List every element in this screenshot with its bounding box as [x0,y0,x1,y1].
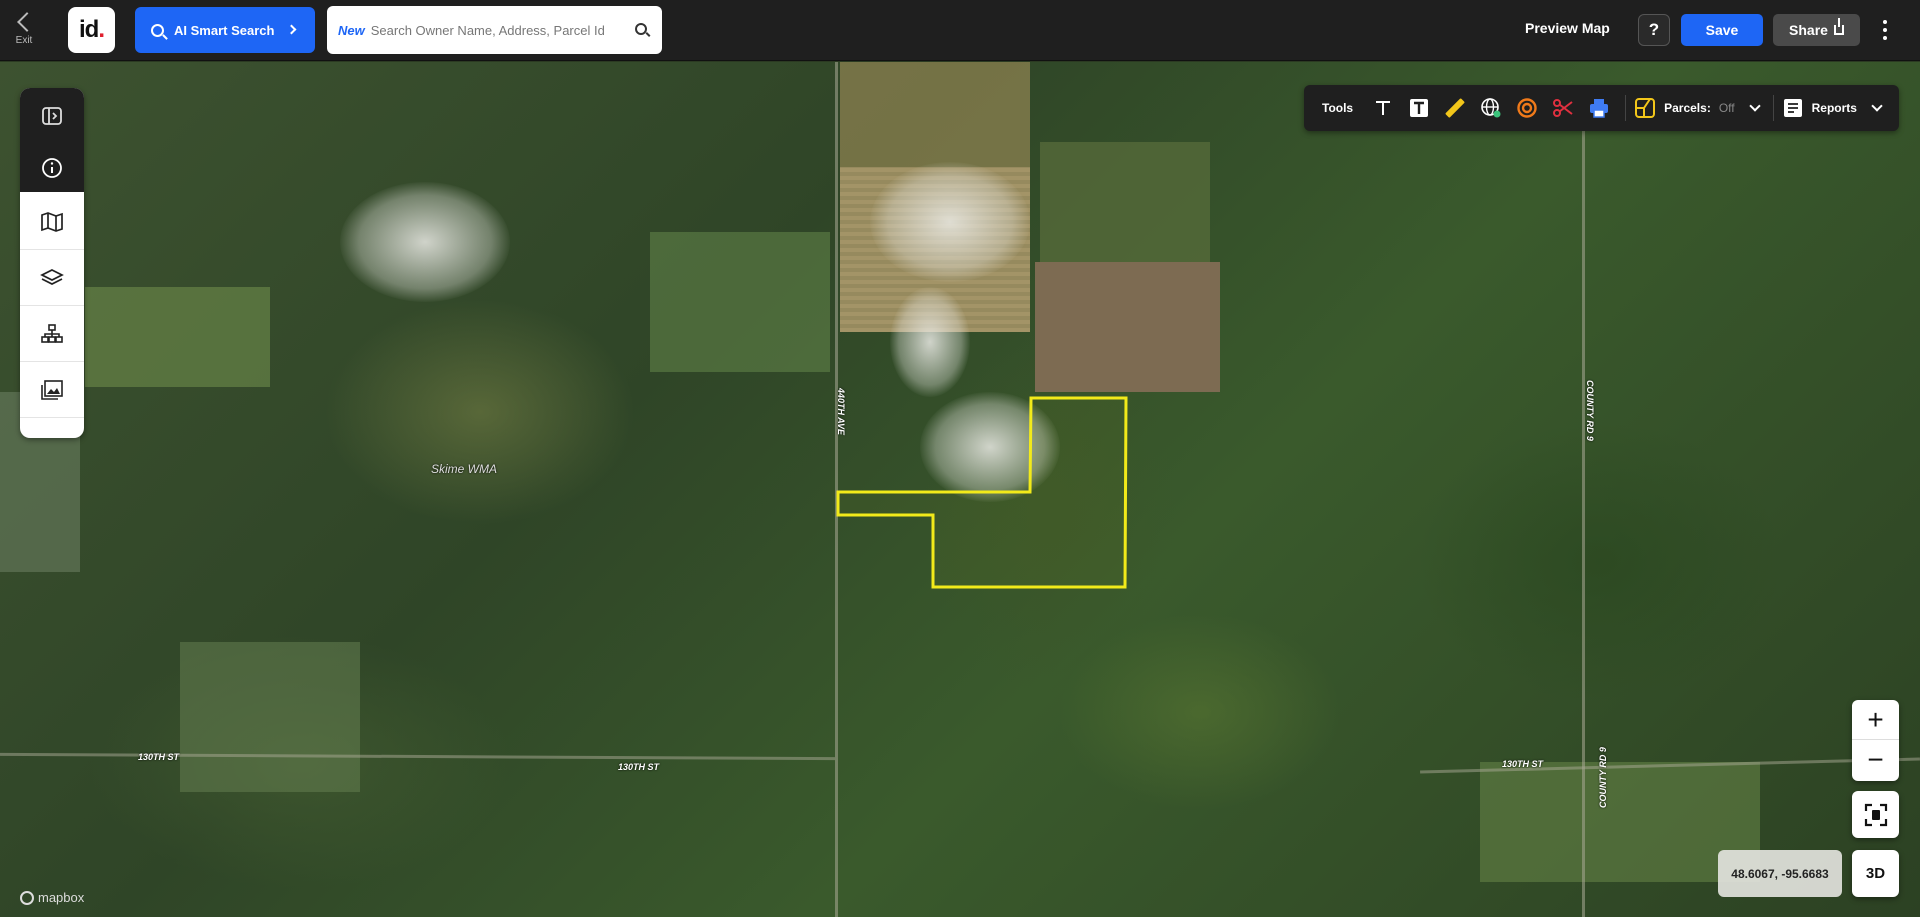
print-icon [1590,99,1609,118]
info-icon [42,158,62,178]
chevron-down-icon [1871,100,1883,112]
text-icon [1376,101,1391,115]
road-label-county-rd-9: COUNTY RD 9 [1585,380,1595,441]
chevron-right-icon [286,24,297,35]
3d-toggle-button[interactable]: 3D [1852,850,1899,897]
globe-icon [1481,98,1501,118]
app-logo[interactable]: id. [68,7,115,53]
more-options-icon[interactable] [1876,18,1894,42]
info-button[interactable] [20,140,84,196]
radius-tool-button[interactable] [1509,90,1545,126]
split-tool-button[interactable] [1545,90,1581,126]
search-input[interactable] [370,22,621,38]
search-icon[interactable] [635,23,647,35]
chevron-down-icon [1748,100,1761,112]
layers-button[interactable] [20,250,84,306]
road-label-130th-st: 130TH ST [1502,759,1544,769]
ruler-icon [1445,98,1465,118]
search-bar[interactable]: New [327,6,662,54]
map-canvas[interactable]: 440TH AVE COUNTY RD 9 COUNTY RD 9 130TH … [0,62,1920,917]
image-gallery-icon [41,379,63,400]
panel-toggle-icon [42,107,62,125]
road-label-130th-st: 130TH ST [138,752,180,762]
layers-icon [40,268,64,285]
globe-tool-button[interactable] [1473,90,1509,126]
top-bar: Exit id. AI Smart Search New Preview Map… [0,0,1920,61]
help-button[interactable]: ? [1638,14,1670,46]
mapbox-attribution[interactable]: mapbox [20,890,84,905]
scissors-icon [1553,99,1573,117]
mapbox-logo-icon [20,890,34,905]
exit-button[interactable]: Exit [0,0,48,61]
road-label-130th-st: 130TH ST [618,762,660,772]
tools-label: Tools [1322,101,1354,115]
radius-icon [1517,98,1537,118]
preview-map-button[interactable]: Preview Map [1525,20,1610,36]
share-icon [1833,18,1844,35]
zoom-out-button[interactable]: − [1852,740,1899,780]
zoom-controls: + − [1852,700,1899,781]
fit-bounds-button[interactable] [1852,791,1899,838]
image-gallery-button[interactable] [20,362,84,418]
parcels-toggle[interactable]: Parcels: Off [1634,97,1765,119]
parcel-icon [1635,98,1656,118]
parcels-state: Off [1718,101,1735,115]
area-label-skime-wma: Skime WMA [431,462,497,476]
focus-frame-icon [1864,803,1887,826]
zoom-in-button[interactable]: + [1852,700,1899,740]
org-chart-icon [41,323,63,343]
coordinates-readout: 48.6067, -95.6683 [1718,850,1842,897]
share-button[interactable]: Share [1773,14,1860,46]
new-badge: New [338,22,365,38]
map-icon [41,211,63,232]
tools-toolbar: Tools Parcels: Off Reports [1304,85,1899,131]
ai-smart-search-button[interactable]: AI Smart Search [135,7,315,53]
save-button[interactable]: Save [1681,14,1763,46]
road-label-county-rd-9: COUNTY RD 9 [1598,747,1608,808]
road-label-440th-ave: 440TH AVE [836,388,846,436]
left-sidebar [20,88,84,438]
reports-dropdown[interactable]: Reports [1782,97,1887,119]
text-box-icon [1410,99,1429,117]
org-chart-button[interactable] [20,306,84,362]
text-box-tool-button[interactable] [1401,90,1437,126]
chevron-left-icon [17,12,37,32]
print-tool-button[interactable] [1581,90,1617,126]
text-tool-button[interactable] [1365,90,1401,126]
panel-toggle-button[interactable] [20,88,84,144]
ruler-tool-button[interactable] [1437,90,1473,126]
parcel-boundary[interactable] [0,62,1920,917]
reports-icon [1783,99,1802,117]
map-button[interactable] [20,194,84,250]
search-icon [151,23,164,37]
